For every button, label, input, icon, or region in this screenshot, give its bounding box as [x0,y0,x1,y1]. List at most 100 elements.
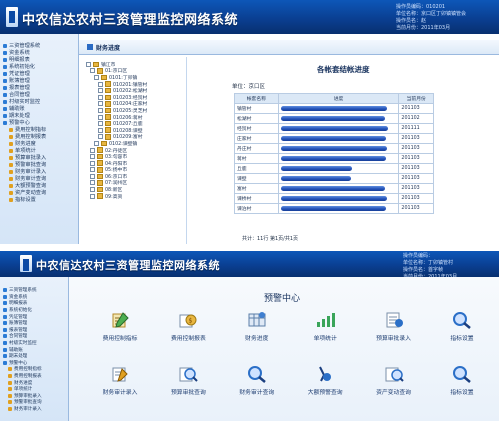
tile-tiles_row2-4[interactable]: 资产变动查询 [365,365,423,405]
folder-icon [105,94,111,101]
table-row[interactable]: 庄家村 201103 [234,133,434,144]
sidebar-subitem-1[interactable]: 费用控制报表 [3,373,67,380]
tile-tiles_row2-1[interactable]: 预算审批查询 [159,365,217,405]
expand-toggle-icon[interactable] [98,94,103,100]
sidebar-item-2[interactable]: 明细报表 [3,56,77,63]
sidebar-subitem-0[interactable]: 费用控制指标 [3,126,77,133]
table-row[interactable]: 谏泊村 201103 [234,203,434,214]
sidebar-item-7[interactable]: 合同管理 [3,333,67,340]
sidebar-subitem-2[interactable]: 财务进度 [3,379,67,386]
sidebar-item-9[interactable]: 辅助账 [3,346,67,353]
table-row[interactable]: 丹庄村 201103 [234,143,434,154]
sidebar-item-7[interactable]: 合同管理 [3,91,77,98]
tree-node[interactable]: 07:润州区 [86,180,186,186]
table-row[interactable]: 松湖村 201102 [234,113,434,124]
tile-tiles_row2-0[interactable]: 财务审计录入 [91,365,149,405]
expand-toggle-icon[interactable] [98,81,103,87]
tree-node[interactable]: 08:新区 [86,186,186,193]
sidebar-subitem-5[interactable]: 预警审批查询 [3,161,77,168]
table-row[interactable]: 蒋村 201103 [234,153,434,164]
expand-toggle-icon[interactable] [90,68,95,74]
sidebar-item-1[interactable]: 资金系统 [3,294,67,301]
tree-node[interactable]: 03:句容市 [86,153,186,160]
tile-tiles_row1-1[interactable]: $ 费用控制报表 [159,311,217,351]
tile-tiles_row1-0[interactable]: 费用控制指标 [91,311,149,351]
sidebar-item-4[interactable]: 凭证管理 [3,70,77,77]
expand-toggle-icon[interactable] [98,134,103,140]
expand-toggle-icon[interactable] [98,101,103,107]
expand-toggle-icon[interactable] [90,193,95,199]
sidebar-subitem-3[interactable]: 单项统计 [3,147,77,154]
expand-toggle-icon[interactable] [90,154,95,160]
tree-node[interactable]: 05:扬中市 [86,167,186,173]
sidebar-subitem-3[interactable]: 单项统计 [3,386,67,393]
expand-toggle-icon[interactable] [98,127,103,133]
sidebar-item-11[interactable]: 预警中心 [3,119,77,126]
sidebar-item-2[interactable]: 明细报表 [3,300,67,307]
sidebar-item-8[interactable]: 村级实时监控 [3,340,67,347]
sidebar-subitem-7[interactable]: 财务审计查询 [3,175,77,182]
sidebar-item-5[interactable]: 账簿管理 [3,77,77,84]
tab-finance-progress[interactable]: 财务进度 [96,43,120,52]
sidebar-subitem-8[interactable]: 大额预警查询 [3,182,77,189]
expand-toggle-icon[interactable] [90,160,95,166]
table-row[interactable]: 谏壁 201103 [234,173,434,184]
tile-tiles_row1-2[interactable]: 财务进度 [228,311,286,351]
expand-toggle-icon[interactable] [94,140,99,146]
sidebar-item-10[interactable]: 期末处理 [3,353,67,360]
expand-toggle-icon[interactable] [98,107,103,113]
tree-node[interactable]: 镇江市 [86,61,186,68]
table-row[interactable]: 经贸村 201111 [234,123,434,134]
sidebar-item-6[interactable]: 报表管理 [3,327,67,334]
table-row[interactable]: 丘鹿 201103 [234,163,434,174]
expand-toggle-icon[interactable] [94,74,99,80]
expand-toggle-icon[interactable] [86,61,91,67]
sidebar-item-8[interactable]: 村级实时监控 [3,98,77,105]
sidebar-subitem-4[interactable]: 预算审批录入 [3,154,77,161]
sidebar-item-3[interactable]: 系统初始化 [3,307,67,314]
tile-tiles_row1-4[interactable]: 预算审批录入 [365,311,423,351]
sidebar-subitem-9[interactable]: 资产变动查询 [3,189,77,196]
table-row[interactable]: 谏桥村 201103 [234,193,434,204]
expand-toggle-icon[interactable] [98,121,103,127]
sidebar-item-0[interactable]: 三资管理系统 [3,42,77,49]
expand-toggle-icon[interactable] [90,167,95,173]
sidebar-subitem-5[interactable]: 预警审批查询 [3,399,67,406]
menu-icon [3,78,7,83]
sidebar-item-11[interactable]: 预警中心 [3,360,67,367]
tile-tiles_row2-2[interactable]: 财务审计查询 [228,365,286,405]
sidebar-item-4[interactable]: 凭证管理 [3,313,67,320]
tree-node[interactable]: 04:丹阳市 [86,160,186,167]
tree-node[interactable]: 06:京口市 [86,173,186,180]
tile-tiles_row1-5[interactable]: 指标设置 [433,311,491,351]
expand-toggle-icon[interactable] [98,88,103,94]
expand-toggle-icon[interactable] [90,147,95,153]
expand-toggle-icon[interactable] [90,173,95,179]
sidebar-item-3[interactable]: 系统初始化 [3,63,77,70]
sidebar-item-1[interactable]: 资金系统 [3,49,77,56]
sidebar-subitem-6[interactable]: 财务审计录入 [3,406,67,413]
sidebar-item-0[interactable]: 三资管理系统 [3,287,67,294]
expand-toggle-icon[interactable] [90,187,95,193]
sidebar-subitem-10[interactable]: 指标设置 [3,196,77,203]
sidebar-item-10[interactable]: 期末处理 [3,112,77,119]
table-row[interactable]: 镇管村 201103 [234,103,434,114]
expand-toggle-icon[interactable] [98,114,103,120]
sidebar-subitem-0[interactable]: 费用控制指标 [3,366,67,373]
tree-node[interactable]: 09:高资 [86,193,186,200]
sidebar-subitem-2[interactable]: 财务进度 [3,140,77,147]
tree-node[interactable]: 02:丹徒区 [86,147,186,154]
sidebar-item-6[interactable]: 报表管理 [3,84,77,91]
sidebar-item-9[interactable]: 辅助账 [3,105,77,112]
tree-node[interactable]: 0102:谏壁镇 [86,140,186,147]
tile-tiles_row2-5[interactable]: 指标设置 [433,365,491,405]
sidebar-subitem-4[interactable]: 预算审批录入 [3,393,67,400]
sidebar-subitem-1[interactable]: 费用控制报表 [3,133,77,140]
sidebar-subitem-6[interactable]: 财务审计录入 [3,168,77,175]
tile-tiles_row1-3[interactable]: 单项统计 [296,311,354,351]
info-current-month: 当前月份：2011年03月 [396,25,451,31]
sidebar-item-5[interactable]: 账簿管理 [3,320,67,327]
expand-toggle-icon[interactable] [90,180,95,186]
table-row[interactable]: 富村 201103 [234,183,434,194]
tile-tiles_row2-3[interactable]: 大额预警查询 [296,365,354,405]
